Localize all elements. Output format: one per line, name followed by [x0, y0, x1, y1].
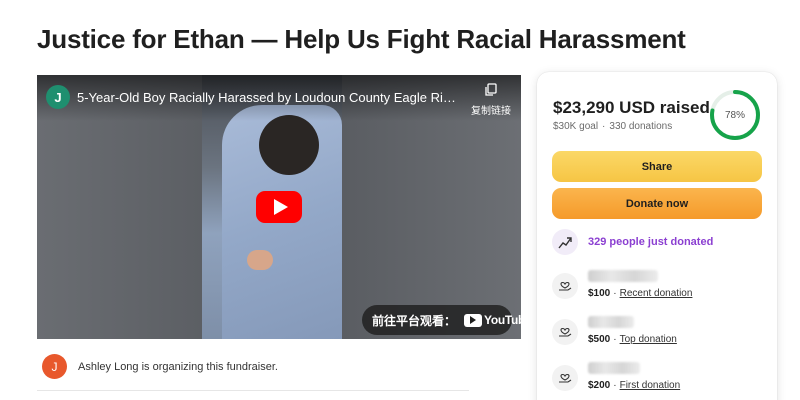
video-title[interactable]: 5-Year-Old Boy Racially Harassed by Loud…	[77, 90, 462, 105]
progress-label: 78%	[724, 109, 745, 121]
watch-on-label: 前往平台观看：	[372, 313, 457, 328]
donation-activity: 329 people just donated	[552, 229, 713, 255]
donation-item: $500 · Top donation	[552, 316, 677, 345]
donate-now-button[interactable]: Donate now	[552, 188, 762, 219]
youtube-logo: YouTube	[464, 313, 521, 327]
heart-hand-icon	[552, 365, 578, 391]
donation-card: $23,290 USD raised $30K goal · 330 donatio…	[537, 72, 777, 400]
video-thumbnail-head	[259, 115, 319, 175]
video-thumbnail-hand	[247, 250, 273, 270]
donation-type-link[interactable]: First donation	[620, 380, 681, 391]
donation-count: 330 donations	[609, 121, 673, 132]
donation-amount: $200	[588, 380, 611, 391]
watch-on-youtube-button[interactable]: 前往平台观看： YouTube	[362, 305, 521, 335]
youtube-label: YouTube	[484, 313, 521, 327]
donation-amount: $100	[588, 288, 611, 299]
donor-name-redacted	[588, 362, 640, 374]
channel-avatar[interactable]: J	[46, 85, 70, 109]
donation-amount: $500	[588, 334, 611, 345]
donor-name-redacted	[588, 316, 634, 328]
goal-line: $30K goal · 330 donations	[553, 121, 673, 132]
divider	[37, 390, 469, 391]
organizer-row: J Ashley Long is organizing this fundrai…	[42, 354, 278, 379]
copy-icon	[485, 83, 497, 96]
copy-link-label: 复制链接	[471, 106, 511, 117]
donation-item: $100 · Recent donation	[552, 270, 692, 299]
organizer-text: Ashley Long is organizing this fundraise…	[78, 360, 278, 373]
goal-amount: $30K goal	[553, 121, 599, 132]
share-button[interactable]: Share	[552, 151, 762, 182]
video-player[interactable]: J 5-Year-Old Boy Racially Harassed by Lo…	[37, 75, 521, 339]
copy-link-button[interactable]: 复制链接	[469, 83, 513, 119]
donation-item: $200 · First donation	[552, 362, 680, 391]
youtube-play-icon	[464, 313, 483, 327]
play-button[interactable]	[256, 191, 302, 223]
play-icon	[273, 199, 288, 215]
donor-name-redacted	[588, 270, 658, 282]
donation-type-link[interactable]: Top donation	[620, 334, 677, 345]
activity-text: 329 people just donated	[588, 236, 714, 248]
donation-type-link[interactable]: Recent donation	[620, 288, 693, 299]
heart-hand-icon	[552, 273, 578, 299]
heart-hand-icon	[552, 319, 578, 345]
page-title: Justice for Ethan — Help Us Fight Racial…	[37, 24, 686, 54]
organizer-avatar: J	[42, 354, 67, 379]
amount-raised: $23,290 USD raised	[553, 98, 710, 117]
trending-up-icon	[552, 229, 578, 255]
